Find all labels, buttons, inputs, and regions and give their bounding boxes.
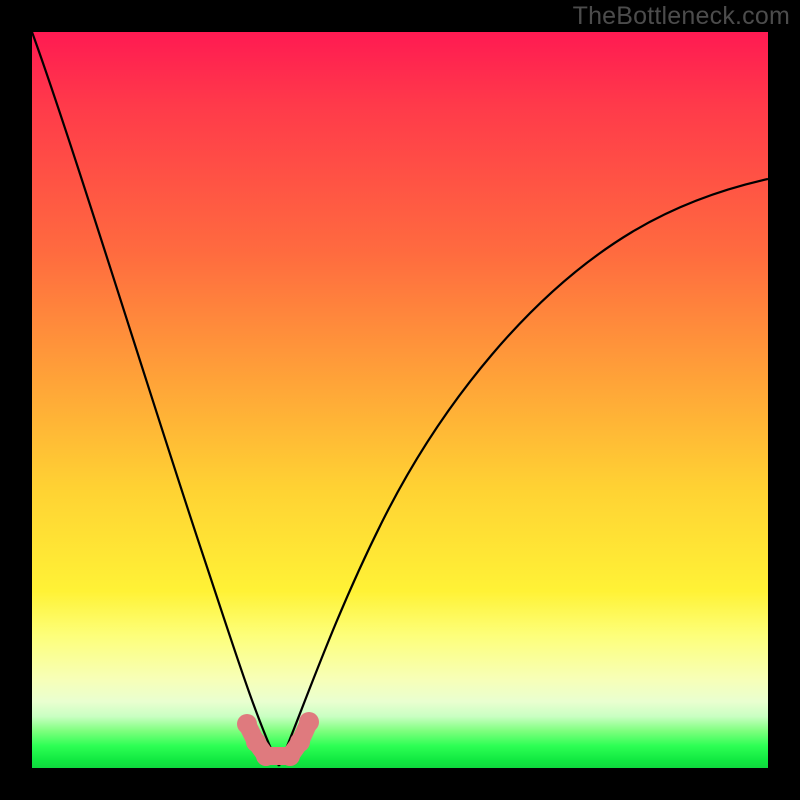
plot-area — [32, 32, 768, 768]
marker-dot — [256, 746, 276, 766]
outer-frame: TheBottleneck.com — [0, 0, 800, 800]
curve-right-branch — [279, 179, 768, 766]
marker-dot — [299, 712, 319, 732]
chart-svg — [32, 32, 768, 768]
watermark-text: TheBottleneck.com — [573, 2, 790, 31]
marker-dot — [237, 714, 257, 734]
marker-dot — [290, 732, 310, 752]
curve-left-branch — [32, 32, 279, 766]
